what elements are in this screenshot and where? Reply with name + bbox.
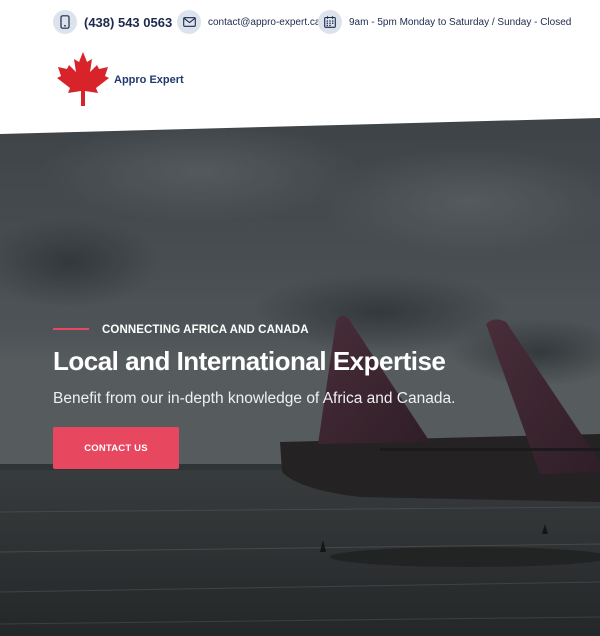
hero-eyebrow: CONNECTING AFRICA AND CANADA	[53, 320, 573, 338]
eyebrow-accent-line	[53, 328, 89, 330]
hero-angled-edge	[0, 112, 600, 134]
site-logo[interactable]: Appro Expert	[55, 50, 184, 108]
contact-us-button[interactable]: CONTACT US	[53, 427, 179, 469]
email-contact[interactable]: contact@appro-expert.ca	[177, 10, 320, 34]
phone-icon	[53, 10, 77, 34]
phone-number[interactable]: (438) 543 0563	[84, 15, 172, 30]
business-hours-text: 9am - 5pm Monday to Saturday / Sunday - …	[349, 16, 572, 28]
eyebrow-label: CONNECTING AFRICA AND CANADA	[102, 324, 309, 336]
email-address[interactable]: contact@appro-expert.ca	[208, 17, 320, 28]
hero-content: CONNECTING AFRICA AND CANADA Local and I…	[53, 320, 573, 469]
brand-name: Appro Expert	[114, 74, 184, 86]
maple-leaf-icon	[57, 52, 109, 106]
phone-contact[interactable]: (438) 543 0563	[53, 10, 172, 34]
hero-title: Local and International Expertise	[53, 346, 446, 376]
calendar-icon	[318, 10, 342, 34]
business-hours: 9am - 5pm Monday to Saturday / Sunday - …	[318, 10, 571, 34]
hero-section: CONNECTING AFRICA AND CANADA Local and I…	[0, 112, 600, 636]
envelope-icon	[177, 10, 201, 34]
hero-subtitle: Benefit from our in-depth knowledge of A…	[53, 390, 456, 407]
contact-bar: (438) 543 0563 contact@appro-expert.ca 9…	[0, 0, 600, 44]
